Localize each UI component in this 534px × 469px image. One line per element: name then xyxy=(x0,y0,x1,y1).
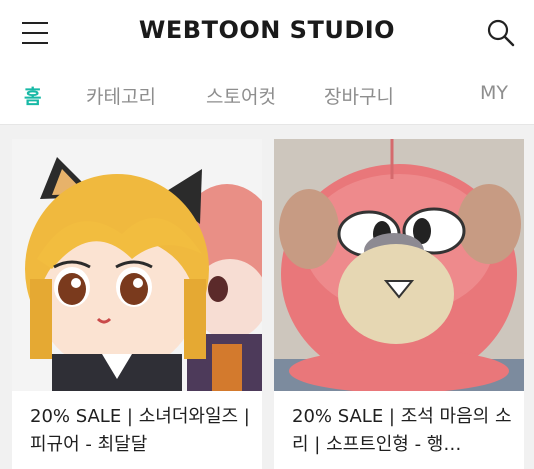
tab-my[interactable]: MY xyxy=(480,82,508,104)
nav-tabs: 홈 카테고리 스토어컷 장바구니 MY xyxy=(0,64,534,125)
product-image[interactable] xyxy=(12,139,262,391)
app-logo[interactable]: WEBTOON STUDIO xyxy=(0,16,534,44)
product-image[interactable] xyxy=(274,139,524,391)
product-title[interactable]: 20% SALE | 소녀더와일즈 | 피규어 - 최달달 xyxy=(30,403,250,459)
tab-storecut[interactable]: 스토어컷 xyxy=(206,82,276,109)
product-card[interactable]: 20% SALE | 소녀더와일즈 | 피규어 - 최달달 xyxy=(12,139,262,469)
search-icon[interactable] xyxy=(486,18,516,48)
product-title[interactable]: 20% SALE | 조석 마음의 소리 | 소프트인형 - 행… xyxy=(292,403,512,459)
product-card[interactable]: 20% SALE | 조석 마음의 소리 | 소프트인형 - 행… xyxy=(274,139,524,469)
tab-cart[interactable]: 장바구니 xyxy=(324,82,394,109)
tab-home[interactable]: 홈 xyxy=(24,82,41,109)
tab-category[interactable]: 카테고리 xyxy=(86,82,156,109)
top-bar: WEBTOON STUDIO xyxy=(0,0,534,64)
